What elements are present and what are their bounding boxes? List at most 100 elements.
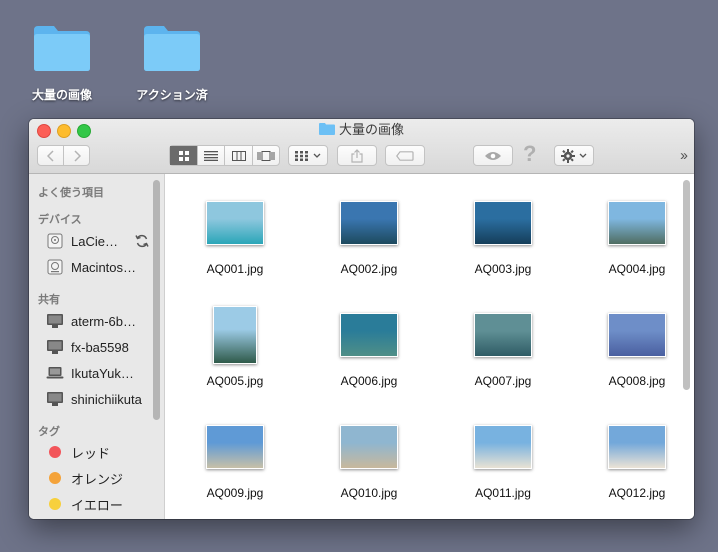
sidebar-tag-red[interactable]: レッド [46,442,156,462]
desktop-folder-actioned[interactable]: アクション済 [117,22,227,103]
file-name: AQ010.jpg [340,486,398,500]
chevron-left-icon [46,149,54,162]
file-item[interactable]: AQ012.jpg [577,418,694,518]
file-name: AQ009.jpg [206,486,264,500]
folder-icon [142,22,202,71]
column-view-button[interactable] [225,146,253,165]
file-name: AQ004.jpg [608,262,666,276]
tag-button[interactable] [385,145,425,166]
share-button[interactable] [337,145,377,166]
image-thumbnail[interactable] [474,201,532,245]
monitor-icon [46,391,64,407]
sidebar-tag-orange[interactable]: オレンジ [46,468,156,488]
quicklook-button[interactable] [473,145,513,166]
image-thumbnail[interactable] [474,313,532,357]
sidebar-tag-yellow[interactable]: イエロー [46,494,156,514]
file-name: AQ008.jpg [608,374,666,388]
image-thumbnail[interactable] [608,201,666,245]
sidebar-item-label: イエロー [71,497,123,513]
desktop-folder-label: アクション済 [136,88,208,102]
sidebar-section-devices: デバイス [38,214,82,226]
sidebar-item-aterm[interactable]: aterm-6b… [46,311,156,331]
forward-button[interactable] [64,146,89,165]
chevron-right-icon [73,149,81,162]
file-name: AQ005.jpg [206,374,264,388]
sync-icon[interactable] [135,234,149,248]
sidebar-item-label: LaCie… [71,233,118,249]
sidebar-section-tags: タグ [38,426,60,438]
chevron-down-icon [313,153,321,158]
sidebar-item-macintosh[interactable]: Macintos… [46,257,156,277]
sidebar-item-label: aterm-6b… [71,313,137,329]
coverflow-view-button[interactable] [253,146,279,165]
laptop-icon [46,365,64,381]
external-disk-icon [46,233,64,249]
file-item[interactable]: AQ008.jpg [577,306,694,406]
file-name: AQ001.jpg [206,262,264,276]
image-thumbnail[interactable] [608,425,666,469]
sidebar-item-lacie[interactable]: LaCie… [46,231,156,251]
image-thumbnail[interactable] [213,306,257,364]
gear-icon [561,148,575,163]
desktop-folder-large-images[interactable]: 大量の画像 [7,22,117,103]
help-button[interactable]: ? [523,141,536,167]
image-thumbnail[interactable] [206,425,264,469]
back-button[interactable] [38,146,64,165]
file-item[interactable]: AQ010.jpg [309,418,429,518]
coverflow-view-icon [257,150,275,161]
grid-arrange-icon [295,150,308,161]
sidebar-item-label: fx-ba5598 [71,339,129,355]
nav-buttons [37,145,90,166]
finder-window: 大量の画像 ? ›› よく使う項目 デバイス LaCie… Macintos… … [29,119,694,519]
share-icon [351,148,363,163]
tag-color-dot [49,472,61,484]
sidebar-item-ikutayuk[interactable]: IkutaYuk… [46,363,156,383]
eye-icon [485,151,501,160]
image-thumbnail[interactable] [206,201,264,245]
image-thumbnail[interactable] [340,425,398,469]
sidebar-item-label: shinichiikuta [71,391,142,407]
file-name: AQ003.jpg [474,262,532,276]
file-item[interactable]: AQ002.jpg [309,194,429,294]
arrange-button[interactable] [288,145,328,166]
sidebar-section-shared: 共有 [38,294,60,306]
file-name: AQ012.jpg [608,486,666,500]
file-item[interactable]: AQ007.jpg [443,306,563,406]
file-name: AQ007.jpg [474,374,532,388]
image-thumbnail[interactable] [474,425,532,469]
chevron-down-icon [579,153,587,158]
file-item[interactable]: AQ011.jpg [443,418,563,518]
hard-disk-icon [46,259,64,275]
sidebar-section-favorites: よく使う項目 [38,187,104,199]
window-title-text: 大量の画像 [338,122,404,137]
image-thumbnail[interactable] [608,313,666,357]
file-item[interactable]: AQ004.jpg [577,194,694,294]
view-switcher [169,145,280,166]
file-name: AQ002.jpg [340,262,398,276]
action-button[interactable] [554,145,594,166]
monitor-icon [46,339,64,355]
sidebar-item-label: レッド [71,445,111,461]
icon-view-button[interactable] [170,146,199,165]
sidebar-item-fx[interactable]: fx-ba5598 [46,337,156,357]
window-title: 大量の画像 [29,122,694,138]
folder-icon [318,122,335,135]
image-thumbnail[interactable] [340,313,398,357]
file-item[interactable]: AQ003.jpg [443,194,563,294]
desktop-folder-label: 大量の画像 [31,88,92,102]
file-item[interactable]: AQ005.jpg [175,306,295,406]
sidebar-item-shinichiikuta[interactable]: shinichiikuta [46,389,156,409]
toolbar-overflow-button[interactable]: ›› [680,147,688,164]
file-item[interactable]: AQ009.jpg [175,418,295,518]
tag-color-dot [49,446,61,458]
file-item[interactable]: AQ006.jpg [309,306,429,406]
list-view-button[interactable] [198,146,226,165]
sidebar-item-label: IkutaYuk… [71,365,134,381]
file-item[interactable]: AQ001.jpg [175,194,295,294]
title-bar: 大量の画像 ? ›› [29,119,694,174]
icon-view-icon [178,150,189,161]
file-grid: AQ001.jpg AQ002.jpg AQ003.jpg AQ004.jpg AQ00… [165,174,694,519]
tag-color-dot [49,498,61,510]
sidebar-scrollbar[interactable] [153,180,160,420]
image-thumbnail[interactable] [340,201,398,245]
